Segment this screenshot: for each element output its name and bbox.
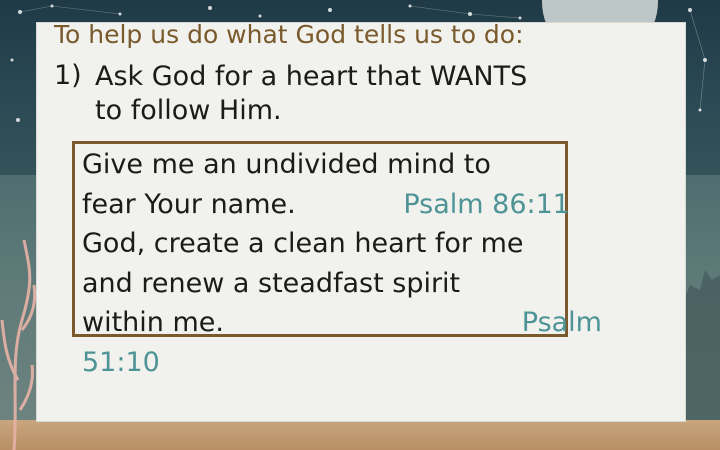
verse-2-reference-b: 51:10: [82, 346, 160, 378]
rock-silhouette: [684, 270, 720, 420]
verse-1-reference: Psalm 86:11: [403, 188, 570, 220]
verse-line: within me. Psalm: [82, 303, 602, 343]
list-item-number: 1): [54, 60, 82, 91]
coral-plant: [0, 239, 37, 450]
list-item-line-1: Ask God for a heart that WANTS: [95, 61, 528, 92]
verse-2-reference-a: Psalm: [521, 307, 602, 338]
verse-1-line-2: fear Your name.: [82, 188, 296, 220]
list-item-line-2: to follow Him.: [95, 95, 282, 126]
verse-text-block: Give me an undivided mind to fear Your n…: [82, 145, 602, 383]
verse-line: 51:10: [82, 343, 568, 383]
list-item-text: Ask God for a heart that WANTS to follow…: [95, 60, 615, 128]
verse-2-line-2: and renew a steadfast spirit: [82, 267, 461, 299]
verse-line: Give me an undivided mind to: [82, 145, 568, 185]
verse-line: and renew a steadfast spirit: [82, 264, 568, 304]
verse-2-line-1: God, create a clean heart for me: [82, 228, 524, 259]
verse-2-line-3: within me.: [82, 307, 224, 338]
verse-line: fear Your name. Psalm 86:11: [82, 185, 570, 225]
verse-line: God, create a clean heart for me: [82, 224, 568, 264]
slide-heading: To help us do what God tells us to do:: [54, 20, 524, 49]
verse-1-line-1: Give me an undivided mind to: [82, 149, 491, 180]
